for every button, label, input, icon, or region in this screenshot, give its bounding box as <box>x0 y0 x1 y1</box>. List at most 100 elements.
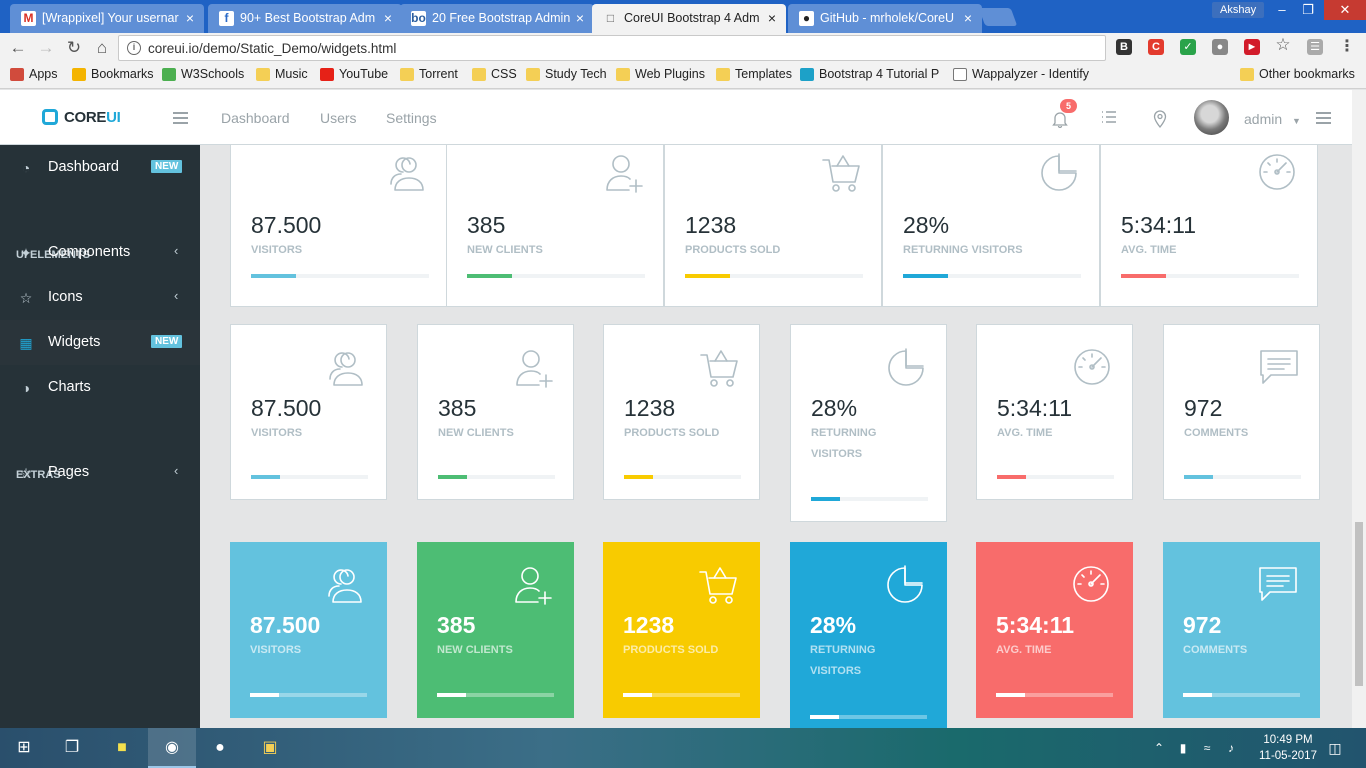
user-follow-icon <box>511 345 555 389</box>
sidebar-item-components[interactable]: ✦ Components ‹ <box>0 230 200 275</box>
back-icon[interactable]: ← <box>8 38 28 58</box>
widget-progress-bar <box>437 693 554 697</box>
bookmark-label: CSS <box>491 67 517 81</box>
tab-title: [Wrappixel] Your usernar <box>42 11 179 25</box>
sidebar-toggle-icon[interactable] <box>173 112 188 114</box>
tab-close-icon[interactable]: × <box>384 10 392 26</box>
widget-label: AVG. TIME <box>1121 244 1177 256</box>
widget-progress-bar <box>685 274 863 278</box>
browser-tab[interactable]: □ CoreUI Bootstrap 4 Adm × <box>592 4 786 33</box>
forward-icon[interactable]: → <box>36 38 56 58</box>
brand-logo[interactable]: COREUI <box>42 109 121 126</box>
widget-label: PRODUCTS SOLD <box>623 644 719 656</box>
address-input[interactable]: i coreui.io/demo/Static_Demo/widgets.htm… <box>118 35 1106 61</box>
widget-card: 5:34:11 AVG. TIME <box>976 542 1133 718</box>
action-center-icon[interactable]: ◫ <box>1320 728 1350 768</box>
tray-overflow-icon[interactable]: ⌃ <box>1148 728 1170 768</box>
extension-play-icon[interactable]: ► <box>1244 39 1260 55</box>
bookmark-item[interactable]: Wappalyzer - Identify <box>953 67 1089 81</box>
aside-menu-toggle-icon[interactable] <box>1316 112 1331 114</box>
bookmark-item[interactable]: Music <box>256 67 308 81</box>
bookmark-item[interactable]: W3Schools <box>162 67 244 81</box>
bookmark-star-icon[interactable]: ☆ <box>1275 36 1291 53</box>
profile-button[interactable]: Akshay <box>1212 2 1265 18</box>
windows-start-icon[interactable]: ⊞ <box>0 728 48 768</box>
extension-c-icon[interactable]: C <box>1148 39 1164 55</box>
site-info-icon[interactable]: i <box>127 41 141 55</box>
file-explorer-icon[interactable]: ▣ <box>246 728 294 768</box>
sticky-notes-icon[interactable]: ■ <box>98 728 146 768</box>
sidebar-item-icons[interactable]: ☆ Icons ‹ <box>0 275 200 320</box>
page-scrollbar[interactable] <box>1352 90 1366 728</box>
location-pin-icon[interactable] <box>1151 110 1169 129</box>
sidebar-item-pages[interactable]: ☆ Pages ‹ <box>0 450 200 495</box>
home-icon[interactable]: ⌂ <box>92 38 112 58</box>
nav-dashboard[interactable]: Dashboard <box>221 110 290 126</box>
bookmark-item[interactable]: Bootstrap 4 Tutorial P <box>800 67 939 81</box>
bookmark-item[interactable]: CSS <box>472 67 517 81</box>
tab-close-icon[interactable]: × <box>964 10 972 26</box>
widget-card: 1238 PRODUCTS SOLD <box>603 542 760 718</box>
sidebar-item-label: Widgets <box>48 334 101 350</box>
list-icon[interactable] <box>1100 110 1118 128</box>
widget-card: 5:34:11 AVG. TIME <box>976 324 1133 500</box>
bookmark-item[interactable]: Templates <box>716 67 792 81</box>
close-window-icon[interactable]: ✕ <box>1324 0 1366 20</box>
tab-close-icon[interactable]: × <box>576 10 584 26</box>
bookmark-item[interactable]: Torrent <box>400 67 458 81</box>
browser-tab[interactable]: M [Wrappixel] Your usernar × <box>10 4 204 33</box>
bookmark-label: Music <box>275 67 308 81</box>
bookmark-item[interactable]: Web Plugins <box>616 67 705 81</box>
bookmark-label: Web Plugins <box>635 67 705 81</box>
widget-card: 972 COMMENTS <box>1163 542 1320 718</box>
speedometer-icon: ◔ <box>21 160 31 176</box>
calculator-icon: ▦ <box>19 335 33 351</box>
bookmark-item[interactable]: YouTube <box>320 67 388 81</box>
basket-icon <box>696 562 740 606</box>
widget-value: 385 <box>438 395 477 421</box>
bookmark-item[interactable]: Study Tech <box>526 67 607 81</box>
new-tab-button[interactable] <box>978 8 1018 26</box>
sidebar-item-label: Charts <box>48 379 91 395</box>
tab-close-icon[interactable]: × <box>768 10 776 26</box>
reload-icon[interactable]: ↻ <box>64 38 84 58</box>
task-view-icon[interactable]: ❐ <box>48 728 96 768</box>
star-icon: ☆ <box>19 465 33 481</box>
extension-bird-icon[interactable]: ● <box>1212 39 1228 55</box>
other-bookmarks[interactable]: Other bookmarks <box>1240 67 1355 81</box>
globe-app-icon[interactable]: ● <box>196 728 244 768</box>
widget-label: NEW CLIENTS <box>467 244 543 256</box>
sidebar-item-widgets[interactable]: ▦ Widgets NEW <box>0 320 200 365</box>
volume-icon[interactable]: ♪ <box>1220 728 1242 768</box>
browser-tab[interactable]: f 90+ Best Bootstrap Adm × <box>208 4 402 33</box>
battery-icon[interactable]: ▮ <box>1172 728 1194 768</box>
bookmark-label: W3Schools <box>181 67 245 81</box>
nav-settings[interactable]: Settings <box>386 110 437 126</box>
extension-shield-icon[interactable]: ✓ <box>1180 39 1196 55</box>
avatar[interactable] <box>1194 100 1229 135</box>
sidebar-item-charts[interactable]: ◑ Charts <box>0 365 200 410</box>
browser-tab[interactable]: bo 20 Free Bootstrap Admin × <box>400 4 594 33</box>
minimize-icon[interactable]: – <box>1268 0 1296 20</box>
extension-b-icon[interactable]: B <box>1116 39 1132 55</box>
tab-close-icon[interactable]: × <box>186 10 194 26</box>
taskbar-clock[interactable]: 10:49 PM 11-05-2017 <box>1256 732 1320 764</box>
sidebar: ◔ Dashboard NEW UI ELEMENTS ✦ Components ‹ ☆ Ico… <box>0 145 200 728</box>
chrome-menu-icon[interactable]: ⋮ <box>1339 39 1355 55</box>
page-icon <box>953 68 967 81</box>
extension-ticket-icon[interactable]: ☰ <box>1307 39 1323 55</box>
wifi-icon[interactable]: ≈ <box>1196 728 1218 768</box>
chevron-left-icon: ‹ <box>174 243 179 258</box>
bookmark-item[interactable]: Apps <box>10 67 58 81</box>
browser-tab[interactable]: ● GitHub - mrholek/CoreU × <box>788 4 982 33</box>
bookmark-item[interactable]: Bookmarks <box>72 67 154 81</box>
user-menu-toggle[interactable]: admin ▼ <box>1244 111 1301 127</box>
restore-icon[interactable]: ❐ <box>1294 0 1322 20</box>
chrome-taskbar-icon[interactable]: ◉ <box>148 728 196 768</box>
sidebar-item-dashboard[interactable]: ◔ Dashboard NEW <box>0 145 200 190</box>
scrollbar-thumb[interactable] <box>1355 522 1363 686</box>
widgets-content: 87.500 VISITORS 385 NEW CLIENTS 1238 PRODUCTS… <box>200 145 1352 728</box>
widget-progress-bar <box>623 693 740 697</box>
nav-users[interactable]: Users <box>320 110 357 126</box>
widget-progress-bar <box>250 693 367 697</box>
